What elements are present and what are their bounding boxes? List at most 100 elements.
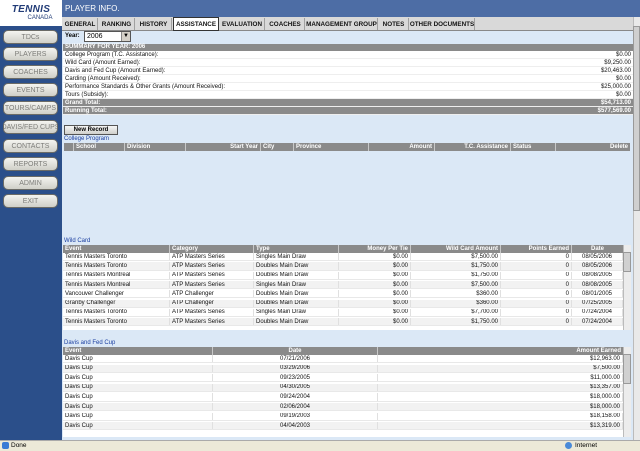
table-row[interactable]: Tennis Masters Toronto ATP Masters Series… <box>63 253 623 262</box>
table-cell: $13,319.00 <box>378 422 623 430</box>
table-cell: $0.00 <box>339 253 411 261</box>
logo-line1: TENNIS <box>11 4 51 15</box>
table-cell: 0 <box>501 271 572 279</box>
table-row[interactable]: Granby Challenger ATP Challenger Doubles M… <box>63 299 623 308</box>
table-cell: Davis Cup <box>63 374 213 382</box>
table-cell: Davis Cup <box>63 422 213 430</box>
header-bar <box>62 0 640 17</box>
wild-card-title: Wild Card <box>64 238 91 244</box>
table-row[interactable]: Tennis Masters Montreal ATP Masters Serie… <box>63 271 623 280</box>
table-row[interactable]: Tennis Masters Toronto ATP Masters Series… <box>63 262 623 271</box>
summary-title: SUMMARY FOR YEAR: 2006 <box>63 44 633 51</box>
tab-history[interactable]: HISTORY <box>136 18 172 30</box>
grand-total-label: Grand Total: <box>65 99 101 106</box>
year-value: 2006 <box>87 33 103 40</box>
nav-tdcs-button[interactable]: TDCs <box>3 30 58 44</box>
table-cell: 0 <box>501 280 572 289</box>
table-cell: 07/24/2004 <box>572 318 623 326</box>
running-total-label: Running Total: <box>65 107 107 114</box>
table-cell: $0.00 <box>339 280 411 289</box>
year-select[interactable]: 2006 ▼ <box>84 31 131 42</box>
table-cell: 08/01/2005 <box>572 290 623 298</box>
table-cell: $360.00 <box>411 290 501 298</box>
table-row[interactable]: Vancouver Challenger ATP Challenger Double… <box>63 290 623 299</box>
table-cell: Tennis Masters Toronto <box>63 253 170 261</box>
table-cell: Doubles Main Draw <box>254 299 339 307</box>
table-row[interactable]: Davis Cup 09/24/2004 $18,000.00 <box>63 393 623 402</box>
nav-admin-button[interactable]: ADMIN <box>3 176 58 190</box>
col-davis-event: Event <box>63 347 213 355</box>
table-cell: 08/05/2006 <box>572 253 623 261</box>
nav-tours-camps-button[interactable]: TOURS/CAMPS <box>3 101 58 115</box>
summary-row: Davis and Fed Cup (Amount Earned): $20,46… <box>63 67 633 75</box>
table-cell: 0 <box>501 290 572 298</box>
summary-row: Carding (Amount Received): $0.00 <box>63 75 633 83</box>
table-cell: ATP Masters Series <box>170 253 254 261</box>
summary-value: $20,463.00 <box>600 67 631 74</box>
table-cell: 0 <box>501 299 572 307</box>
table-cell: 0 <box>501 308 572 317</box>
table-row[interactable]: Tennis Masters Montreal ATP Masters Serie… <box>63 280 623 290</box>
grand-total-value: $54,713.00 <box>600 99 631 106</box>
summary-value: $9,250.00 <box>604 59 631 66</box>
col-date: Date <box>590 246 604 252</box>
table-cell: ATP Challenger <box>170 299 254 307</box>
davis-cup-scroll-thumb[interactable] <box>623 354 631 384</box>
summary-value: $0.00 <box>615 51 631 58</box>
summary-value: $0.00 <box>615 75 631 82</box>
table-cell: $1,750.00 <box>411 271 501 279</box>
nav-coaches-button[interactable]: COACHES <box>3 65 58 79</box>
table-row[interactable]: Davis Cup 02/06/2004 $18,000.00 <box>63 403 623 412</box>
tab-general[interactable]: GENERAL <box>63 18 98 30</box>
tab-ranking[interactable]: RANKING <box>99 18 135 30</box>
col-wild-card-amount: Wild Card Amount <box>411 245 501 253</box>
col-category: Category <box>170 245 254 253</box>
chevron-down-icon[interactable]: ▼ <box>121 32 130 41</box>
main-scroll-thumb[interactable] <box>633 26 640 211</box>
status-bar: Done Internet <box>0 440 640 451</box>
nav-players-button[interactable]: PLAYERS <box>3 47 58 61</box>
nav-reports-button[interactable]: REPORTS <box>3 157 58 171</box>
summary-row: Tours (Subsidy): $0.00 <box>63 91 633 99</box>
nav-events-button[interactable]: EVENTS <box>3 83 58 97</box>
nav-exit-button[interactable]: EXIT <box>3 194 58 208</box>
table-cell: Doubles Main Draw <box>254 318 339 326</box>
table-cell: $0.00 <box>339 262 411 270</box>
table-cell: $0.00 <box>339 308 411 317</box>
table-cell: ATP Masters Series <box>170 280 254 289</box>
table-row[interactable]: Davis Cup 09/19/2003 $18,158.00 <box>63 412 623 421</box>
table-cell: Singles Main Draw <box>254 308 339 317</box>
table-row[interactable]: Tennis Masters Toronto ATP Masters Series… <box>63 318 623 327</box>
col-province: Province <box>294 143 369 151</box>
logo-line2: CANADA <box>27 15 53 21</box>
summary-value: $25,000.00 <box>600 83 631 90</box>
tab-other-documents[interactable]: OTHER DOCUMENTS <box>410 18 475 30</box>
wild-card-scroll-thumb[interactable] <box>623 252 631 272</box>
college-header-row: School Division Start Year City Province… <box>64 143 630 151</box>
table-row[interactable]: Davis Cup 07/21/2006 $12,963.00 <box>63 355 623 364</box>
table-cell: Doubles Main Draw <box>254 290 339 298</box>
tab-notes[interactable]: NOTES <box>379 18 409 30</box>
table-cell: 08/05/2006 <box>572 262 623 270</box>
table-cell: Tennis Masters Montreal <box>63 271 170 279</box>
col-status: Status <box>511 143 556 151</box>
new-record-button[interactable]: New Record <box>64 125 118 135</box>
table-cell: $18,000.00 <box>378 393 623 401</box>
tab-assistance[interactable]: ASSISTANCE <box>173 17 219 31</box>
nav-davis-fed-cups-button[interactable]: DAVIS/FED CUPS <box>3 120 58 134</box>
table-row[interactable]: Davis Cup 04/30/2005 $13,357.00 <box>63 383 623 393</box>
table-row[interactable]: Davis Cup 03/29/2006 $7,500.00 <box>63 364 623 373</box>
tab-evaluation[interactable]: EVALUATION <box>220 18 265 30</box>
tab-coaches[interactable]: COACHES <box>266 18 305 30</box>
nav-contacts-button[interactable]: CONTACTS <box>3 139 58 153</box>
summary-label: Performance Standards & Other Grants (Am… <box>65 83 226 90</box>
tab-management-group[interactable]: MANAGEMENT GROUP <box>306 18 378 30</box>
table-cell: Tennis Masters Montreal <box>63 280 170 289</box>
davis-cup-header-row: Event Date Amount Earned <box>63 347 623 355</box>
table-cell: $7,500.00 <box>378 364 623 372</box>
table-row[interactable]: Tennis Masters Toronto ATP Masters Series… <box>63 308 623 318</box>
table-row[interactable]: Davis Cup 04/04/2003 $13,319.00 <box>63 422 623 431</box>
table-cell: Tennis Masters Toronto <box>63 262 170 270</box>
table-row[interactable]: Davis Cup 09/23/2005 $11,000.00 <box>63 374 623 383</box>
globe-icon <box>565 442 572 449</box>
